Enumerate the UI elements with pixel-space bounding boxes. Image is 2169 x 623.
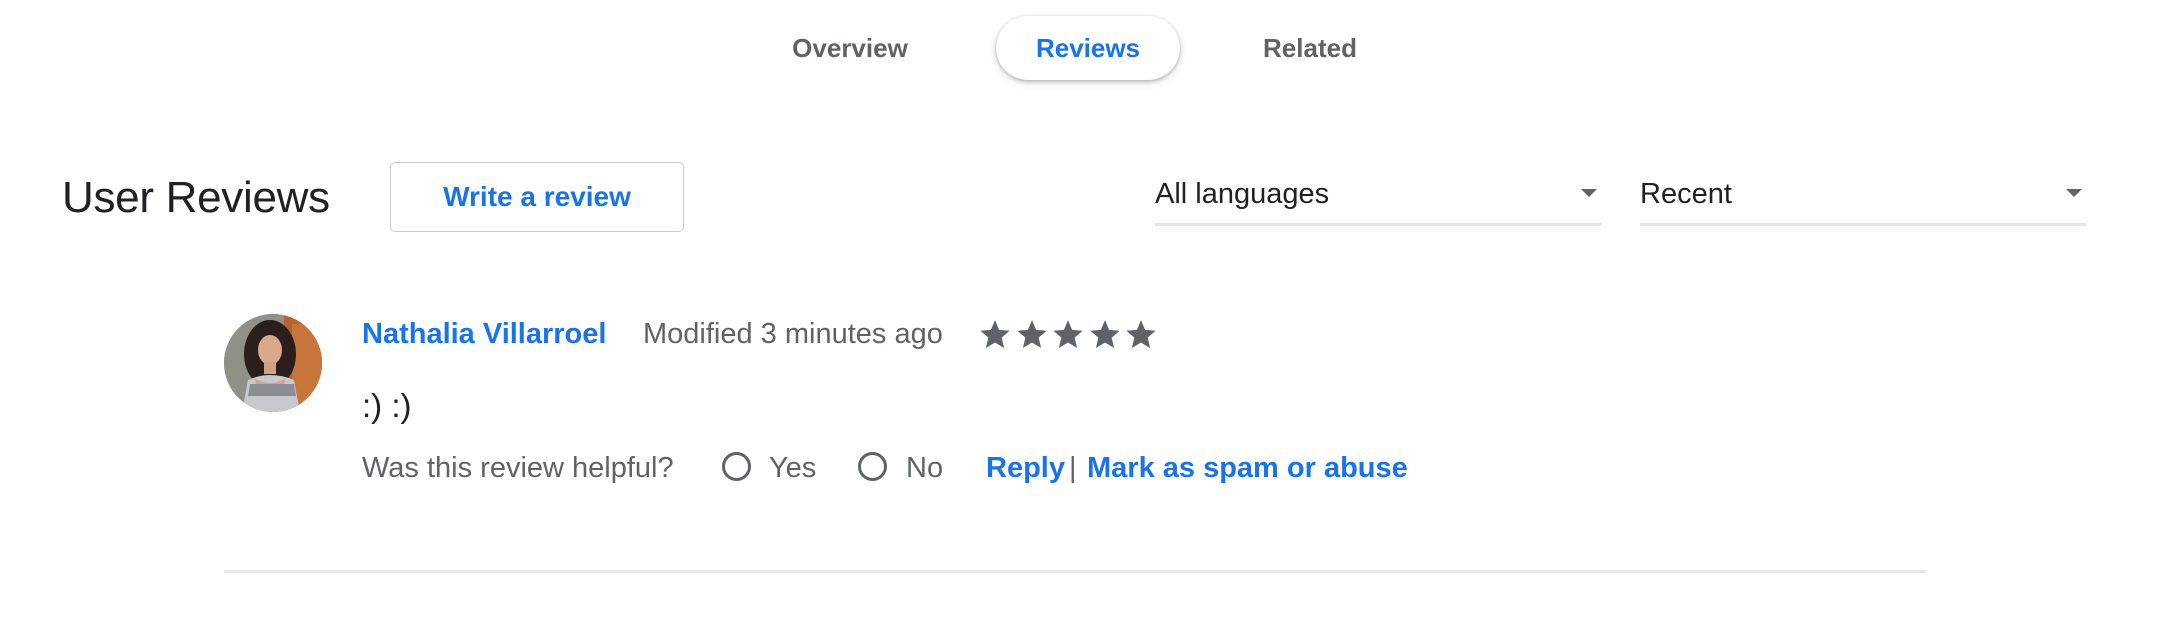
star-icon: [1053, 320, 1083, 349]
helpful-row: Was this review helpful? Yes No Reply | …: [362, 450, 1562, 486]
link-separator: |: [1069, 452, 1077, 484]
caret-down-icon: [1581, 189, 1597, 197]
review-text: :) :): [362, 387, 412, 424]
avatar-photo: [224, 314, 322, 412]
star-icon: [1126, 320, 1156, 349]
review-timestamp: Modified 3 minutes ago: [643, 318, 943, 350]
tab-reviews[interactable]: Reviews: [996, 16, 1180, 80]
avatar[interactable]: [224, 314, 322, 412]
reviewer-name-link[interactable]: Nathalia Villarroel: [362, 316, 606, 352]
report-spam-link[interactable]: Mark as spam or abuse: [1087, 450, 1408, 486]
helpful-prompt: Was this review helpful?: [362, 452, 674, 484]
star-icon: [1016, 320, 1047, 349]
sort-select-value: Recent: [1640, 178, 1732, 210]
language-select[interactable]: All languages: [1155, 170, 1601, 226]
star-icon: [1089, 320, 1120, 349]
tab-related[interactable]: Related: [1222, 16, 1398, 80]
reply-link[interactable]: Reply: [986, 450, 1065, 486]
helpful-no-radio[interactable]: [858, 452, 887, 481]
page-title: User Reviews: [62, 173, 330, 222]
tab-bar: Overview Reviews Related: [0, 0, 2169, 95]
helpful-no-label[interactable]: No: [906, 450, 943, 486]
review-divider: [224, 570, 1926, 573]
write-review-button[interactable]: Write a review: [390, 162, 684, 232]
star-rating: [978, 316, 1161, 352]
helpful-yes-label[interactable]: Yes: [769, 450, 816, 486]
helpful-yes-radio[interactable]: [722, 452, 751, 481]
caret-down-icon: [2066, 189, 2082, 197]
language-select-value: All languages: [1155, 178, 1330, 210]
sort-select[interactable]: Recent: [1640, 170, 2086, 226]
tab-overview[interactable]: Overview: [760, 16, 940, 80]
star-icon: [980, 320, 1010, 349]
